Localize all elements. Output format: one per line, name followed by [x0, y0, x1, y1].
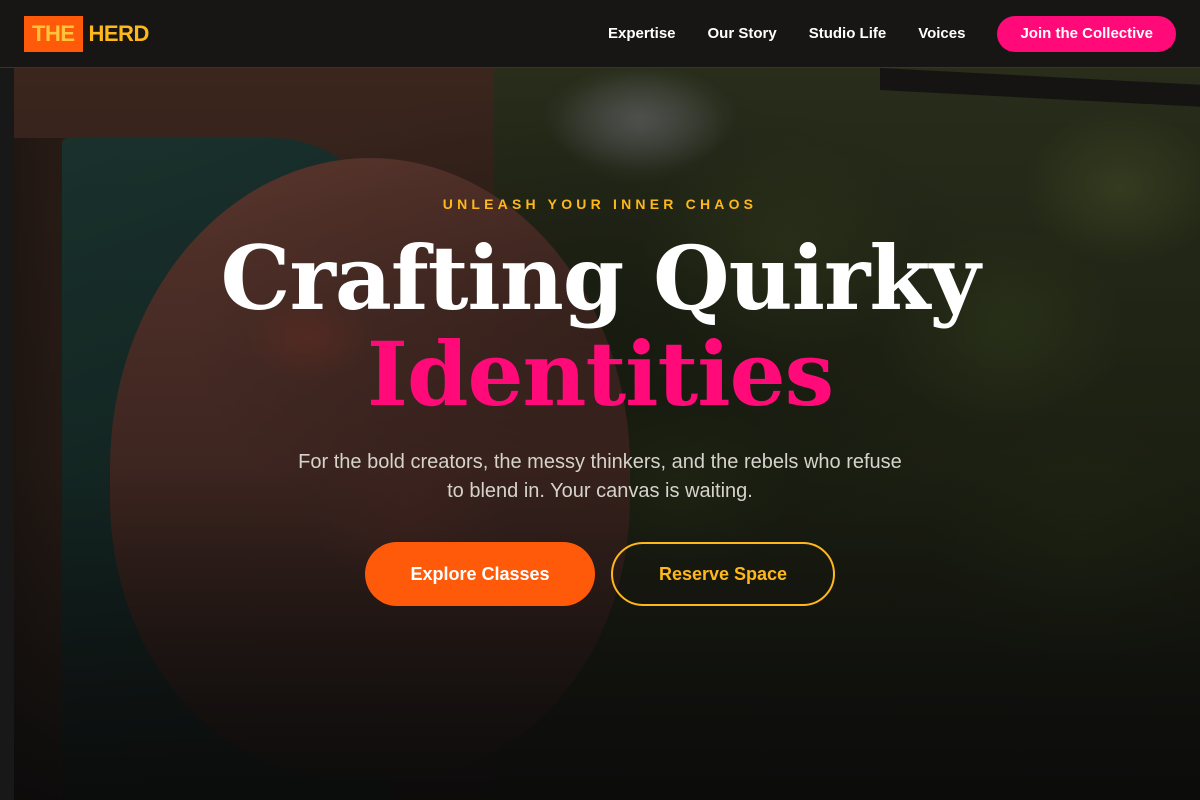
logo-box: THE — [24, 15, 83, 52]
nav-link-our-story[interactable]: Our Story — [708, 25, 777, 42]
explore-classes-button[interactable]: Explore Classes — [365, 542, 595, 606]
hero-headline: Crafting Quirky Identities — [0, 230, 1200, 422]
logo[interactable]: THE HERD — [24, 15, 150, 52]
reserve-space-button[interactable]: Reserve Space — [611, 542, 835, 606]
hero-section: UNLEASH YOUR INNER CHAOS Crafting Quirky… — [0, 68, 1200, 800]
nav-link-studio-life[interactable]: Studio Life — [809, 25, 887, 42]
headline-line-2: Identities — [366, 322, 834, 426]
hero-subtitle: For the bold creators, the messy thinker… — [298, 451, 902, 502]
hero-eyebrow: UNLEASH YOUR INNER CHAOS — [442, 196, 758, 212]
hero-actions: Explore Classes Reserve Space — [0, 542, 1200, 606]
main-nav: Expertise Our Story Studio Life Voices J… — [608, 15, 1176, 52]
headline-line-1: Crafting Quirky — [220, 226, 980, 330]
logo-text: HERD — [88, 20, 150, 46]
nav-link-voices[interactable]: Voices — [918, 25, 965, 42]
site-header: THE HERD Expertise Our Story Studio Life… — [0, 0, 1200, 68]
nav-link-expertise[interactable]: Expertise — [608, 25, 676, 42]
join-collective-button[interactable]: Join the Collective — [997, 15, 1176, 52]
